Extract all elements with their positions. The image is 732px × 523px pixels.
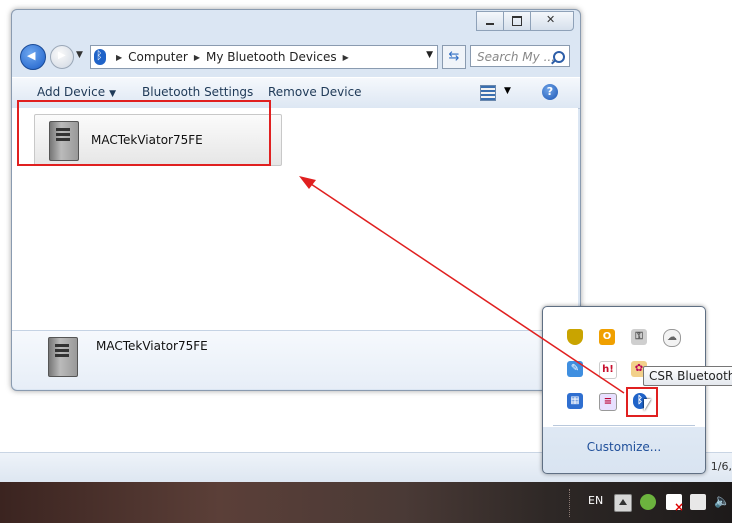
breadcrumb-separator-icon[interactable]: ▶ (343, 53, 349, 62)
orange-app-icon[interactable]: O (599, 329, 615, 345)
refresh-button[interactable]: ⇆ (442, 45, 466, 69)
breadcrumb-computer[interactable]: Computer (128, 50, 188, 64)
clock-date-fragment: 1/6, (710, 460, 732, 473)
cloud-icon[interactable]: ☁ (663, 329, 681, 347)
search-placeholder: Search My ... (477, 50, 556, 64)
window-controls (476, 11, 574, 31)
h-app-icon[interactable]: h! (599, 361, 617, 379)
notepad-app-icon[interactable]: ≡ (599, 393, 617, 411)
bluetooth-highlight-box (626, 387, 658, 417)
security-shield-icon[interactable] (567, 329, 583, 345)
maximize-button[interactable] (503, 11, 531, 31)
customize-link[interactable]: Customize... (543, 440, 705, 454)
breadcrumb-separator-icon[interactable]: ▶ (194, 53, 200, 62)
add-device-button[interactable]: Add Device ▼ (37, 85, 116, 99)
forward-button[interactable] (50, 45, 74, 69)
tray-divider (553, 425, 695, 426)
address-bar[interactable]: ▶ Computer ▶ My Bluetooth Devices ▶ ▼ (90, 45, 438, 69)
bluetooth-tooltip: CSR Bluetooth (643, 366, 732, 386)
bluetooth-settings-button[interactable]: Bluetooth Settings (142, 85, 253, 99)
address-dropdown-icon[interactable]: ▼ (426, 50, 433, 60)
search-input[interactable]: Search My ... (470, 45, 570, 67)
view-options-dropdown-icon[interactable]: ▼ (504, 86, 511, 96)
blue-grid-app-icon[interactable]: ▦ (567, 393, 583, 409)
explorer-window: ▼ ▶ Computer ▶ My Bluetooth Devices ▶ ▼ … (11, 9, 581, 391)
computer-tower-icon (48, 337, 78, 377)
green-tray-icon[interactable] (640, 494, 656, 510)
details-pane: MACTekViator75FE (12, 330, 578, 389)
details-device-name: MACTekViator75FE (96, 339, 208, 353)
device-highlight-box (17, 100, 271, 166)
navigation-bar: ▼ ▶ Computer ▶ My Bluetooth Devices ▶ ▼ … (20, 44, 570, 70)
lock-icon[interactable]: ⚿ (631, 329, 647, 345)
change-view-icon[interactable] (480, 85, 496, 101)
mouse-cursor-icon (644, 399, 651, 411)
close-button[interactable] (530, 11, 574, 31)
language-indicator[interactable]: EN (588, 494, 603, 507)
action-center-flag-icon[interactable] (666, 494, 684, 514)
back-button[interactable] (20, 44, 46, 70)
recent-pages-dropdown-icon[interactable]: ▼ (76, 50, 83, 60)
chevron-down-icon: ▼ (109, 89, 117, 99)
help-icon[interactable]: ? (542, 84, 558, 100)
remove-device-button[interactable]: Remove Device (268, 85, 362, 99)
add-device-label: Add Device (37, 85, 106, 99)
taskbar-grip[interactable] (569, 489, 576, 517)
show-hidden-icons-button[interactable] (614, 494, 632, 512)
breadcrumb-my-bluetooth-devices[interactable]: My Bluetooth Devices (206, 50, 337, 64)
minimize-button[interactable] (476, 11, 504, 31)
volume-icon[interactable]: 🔈 (714, 494, 730, 510)
breadcrumb-separator-icon[interactable]: ▶ (116, 53, 122, 62)
network-icon[interactable] (690, 494, 706, 510)
blue-app-icon[interactable]: ✎ (567, 361, 583, 377)
tray-overflow-popup: O ⚿ ☁ ✎ h! ✿ ▦ ≡ ᛒ Customize... (542, 306, 706, 474)
bluetooth-icon (94, 49, 106, 65)
search-icon[interactable] (553, 51, 565, 63)
